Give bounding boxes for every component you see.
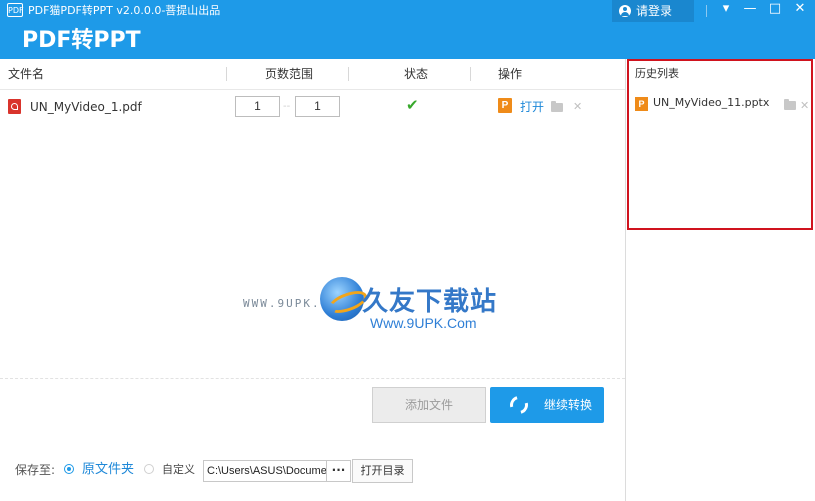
- watermark-site-url: Www.9UPK.Com: [370, 315, 477, 331]
- app-icon: PDF: [7, 3, 24, 17]
- ppt-file-icon: P: [635, 97, 648, 111]
- table-row[interactable]: UN_MyVideo_1.pdf 1 -- 1 ✔ P 打开 ✕: [0, 90, 625, 124]
- header-page-range: 页数范围: [265, 67, 314, 81]
- page-from-input[interactable]: 1: [235, 96, 280, 117]
- refresh-icon: [506, 392, 532, 418]
- login-button[interactable]: 请登录: [612, 0, 694, 22]
- save-path-input[interactable]: C:\Users\ASUS\Documents: [203, 460, 327, 482]
- browse-button[interactable]: ···: [326, 460, 351, 482]
- option-original-folder[interactable]: 原文件夹: [82, 457, 134, 483]
- user-icon: [619, 5, 631, 17]
- delete-icon[interactable]: ✕: [800, 89, 809, 123]
- brand-title: PDF转PPT: [22, 28, 141, 53]
- window-title: PDF猫PDF转PPT v2.0.0.0-菩提山出品: [28, 4, 221, 17]
- title-bar: PDF PDF猫PDF转PPT v2.0.0.0-菩提山出品 PDF转PPT 请…: [0, 0, 815, 59]
- radio-original-folder[interactable]: [64, 464, 74, 474]
- watermark-site-name: 久友下载站: [362, 287, 498, 317]
- close-icon[interactable]: ✕: [790, 0, 810, 20]
- history-title: 历史列表: [635, 67, 679, 80]
- main-panel: 文件名 页数范围 状态 操作 UN_MyVideo_1.pdf 1 -- 1 ✔…: [0, 59, 625, 501]
- header-filename: 文件名: [8, 67, 45, 81]
- check-icon: ✔: [406, 96, 419, 114]
- header-divider: [226, 67, 227, 81]
- minimize-icon[interactable]: —: [740, 0, 760, 20]
- delete-icon[interactable]: ✕: [573, 90, 582, 124]
- login-label: 请登录: [636, 4, 673, 18]
- history-panel: 历史列表 P UN_MyVideo_11.pptx ✕: [627, 59, 813, 230]
- header-actions: 操作: [498, 67, 523, 81]
- folder-icon[interactable]: [551, 101, 563, 112]
- folder-icon[interactable]: [784, 99, 796, 110]
- title-divider: [706, 5, 707, 17]
- continue-convert-label: 继续转换: [544, 398, 593, 412]
- divider: [0, 378, 625, 380]
- watermark-logo: WWW.9UPK.COM 久友下载站 Www.9UPK.Com: [243, 277, 500, 347]
- header-divider: [348, 67, 349, 81]
- add-file-button[interactable]: 添加文件: [372, 387, 486, 423]
- history-item-name[interactable]: UN_MyVideo_11.pptx: [653, 96, 769, 109]
- continue-convert-button[interactable]: 继续转换: [490, 387, 604, 423]
- table-header: 文件名 页数范围 状态 操作: [0, 59, 625, 90]
- page-to-input[interactable]: 1: [295, 96, 340, 117]
- panel-divider: [625, 59, 626, 501]
- option-custom-folder[interactable]: 自定义: [162, 457, 195, 483]
- open-directory-button[interactable]: 打开目录: [352, 459, 413, 483]
- open-file-link[interactable]: 打开: [520, 90, 544, 124]
- header-divider: [470, 67, 471, 81]
- menu-icon[interactable]: ▾: [716, 0, 736, 20]
- header-status: 状态: [404, 67, 429, 81]
- pdf-file-icon: [8, 99, 21, 114]
- range-separator: --: [283, 101, 291, 112]
- save-to-label: 保存至:: [15, 463, 56, 477]
- maximize-icon[interactable]: □: [765, 0, 785, 20]
- ppt-file-icon: P: [498, 98, 512, 113]
- radio-custom-folder[interactable]: [144, 464, 154, 474]
- file-name: UN_MyVideo_1.pdf: [30, 100, 142, 114]
- globe-icon: [320, 277, 364, 321]
